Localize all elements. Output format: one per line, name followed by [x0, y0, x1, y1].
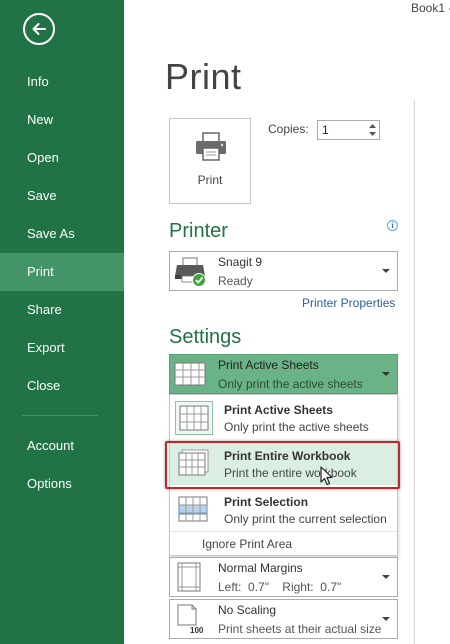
margins-desc: Left: 0.7" Right: 0.7" [218, 580, 342, 594]
scaling-title: No Scaling [218, 603, 277, 617]
menu-separator [170, 531, 397, 532]
arrow-left-icon [32, 23, 46, 35]
menu-item-desc: Print the entire workbook [224, 466, 357, 480]
nav-item-share[interactable]: Share [0, 291, 124, 329]
menu-item-print-active-sheets[interactable]: Print Active Sheets Only print the activ… [170, 395, 397, 439]
ignore-print-area-option[interactable]: Ignore Print Area [202, 537, 292, 551]
backstage-nav: Info New Open Save Save As Print Share E… [0, 0, 124, 644]
selection-icon [178, 496, 208, 522]
menu-item-print-entire-workbook[interactable]: Print Entire Workbook Print the entire w… [170, 441, 397, 485]
menu-item-title: Print Entire Workbook [224, 449, 351, 463]
margins-title: Normal Margins [218, 561, 303, 575]
back-button[interactable] [23, 13, 55, 45]
nav-separator [22, 415, 98, 416]
menu-item-desc: Only print the active sheets [224, 420, 369, 434]
menu-item-print-selection[interactable]: Print Selection Only print the current s… [170, 487, 397, 531]
scaling-icon-label: 100 [190, 626, 204, 635]
printer-icon [196, 132, 226, 161]
copies-increment-button[interactable] [366, 122, 378, 130]
margins-icon [177, 562, 201, 592]
print-button-label: Print [197, 173, 223, 187]
print-what-desc: Only print the active sheets [218, 377, 363, 391]
menu-item-title: Print Selection [224, 495, 309, 509]
nav-item-save[interactable]: Save [0, 177, 124, 215]
menu-item-title: Print Active Sheets [224, 403, 333, 417]
chevron-down-icon [382, 617, 390, 621]
printer-heading: Printer [169, 220, 228, 242]
copies-value: 1 [322, 123, 329, 137]
printer-status: Ready [218, 274, 253, 288]
printer-ready-icon [175, 257, 206, 287]
scaling-desc: Print sheets at their actual size [218, 622, 382, 636]
page-title: Print [165, 56, 242, 97]
menu-item-desc: Only print the current selection [224, 512, 387, 526]
printer-select[interactable]: Snagit 9 Ready [169, 251, 398, 291]
print-button[interactable]: Print [169, 118, 251, 204]
margins-select[interactable]: Normal Margins Left: 0.7" Right: 0.7" [169, 557, 398, 597]
chevron-down-icon [382, 575, 390, 579]
nav-item-close[interactable]: Close [0, 367, 124, 405]
active-sheets-icon [174, 362, 206, 386]
info-icon[interactable]: i [387, 220, 398, 231]
settings-heading: Settings [169, 326, 242, 348]
printer-name: Snagit 9 [218, 255, 263, 269]
spin-down-icon [368, 132, 376, 136]
print-what-menu: Print Active Sheets Only print the activ… [169, 394, 398, 556]
print-what-select[interactable]: Print Active Sheets Only print the activ… [169, 354, 398, 394]
nav-item-open[interactable]: Open [0, 139, 124, 177]
nav-item-print[interactable]: Print [0, 253, 124, 291]
active-sheets-icon [175, 401, 213, 435]
copies-input[interactable]: 1 [317, 120, 380, 140]
window-title: Book1 - [411, 1, 450, 15]
nav-item-save-as[interactable]: Save As [0, 215, 124, 253]
chevron-down-icon [382, 372, 390, 376]
copies-label: Copies: [268, 122, 309, 136]
nav-item-account[interactable]: Account [0, 427, 124, 465]
nav-item-export[interactable]: Export [0, 329, 124, 367]
nav-item-info[interactable]: Info [0, 63, 124, 101]
print-what-title: Print Active Sheets [218, 358, 319, 372]
preview-divider [414, 100, 415, 644]
printer-properties-link[interactable]: Printer Properties [302, 296, 395, 310]
spin-up-icon [368, 124, 376, 128]
copies-decrement-button[interactable] [366, 130, 378, 138]
chevron-down-icon [382, 269, 390, 273]
nav-item-new[interactable]: New [0, 101, 124, 139]
nav-item-options[interactable]: Options [0, 465, 124, 503]
entire-workbook-icon [178, 449, 209, 476]
scaling-select[interactable]: 100 No Scaling Print sheets at their act… [169, 599, 398, 639]
